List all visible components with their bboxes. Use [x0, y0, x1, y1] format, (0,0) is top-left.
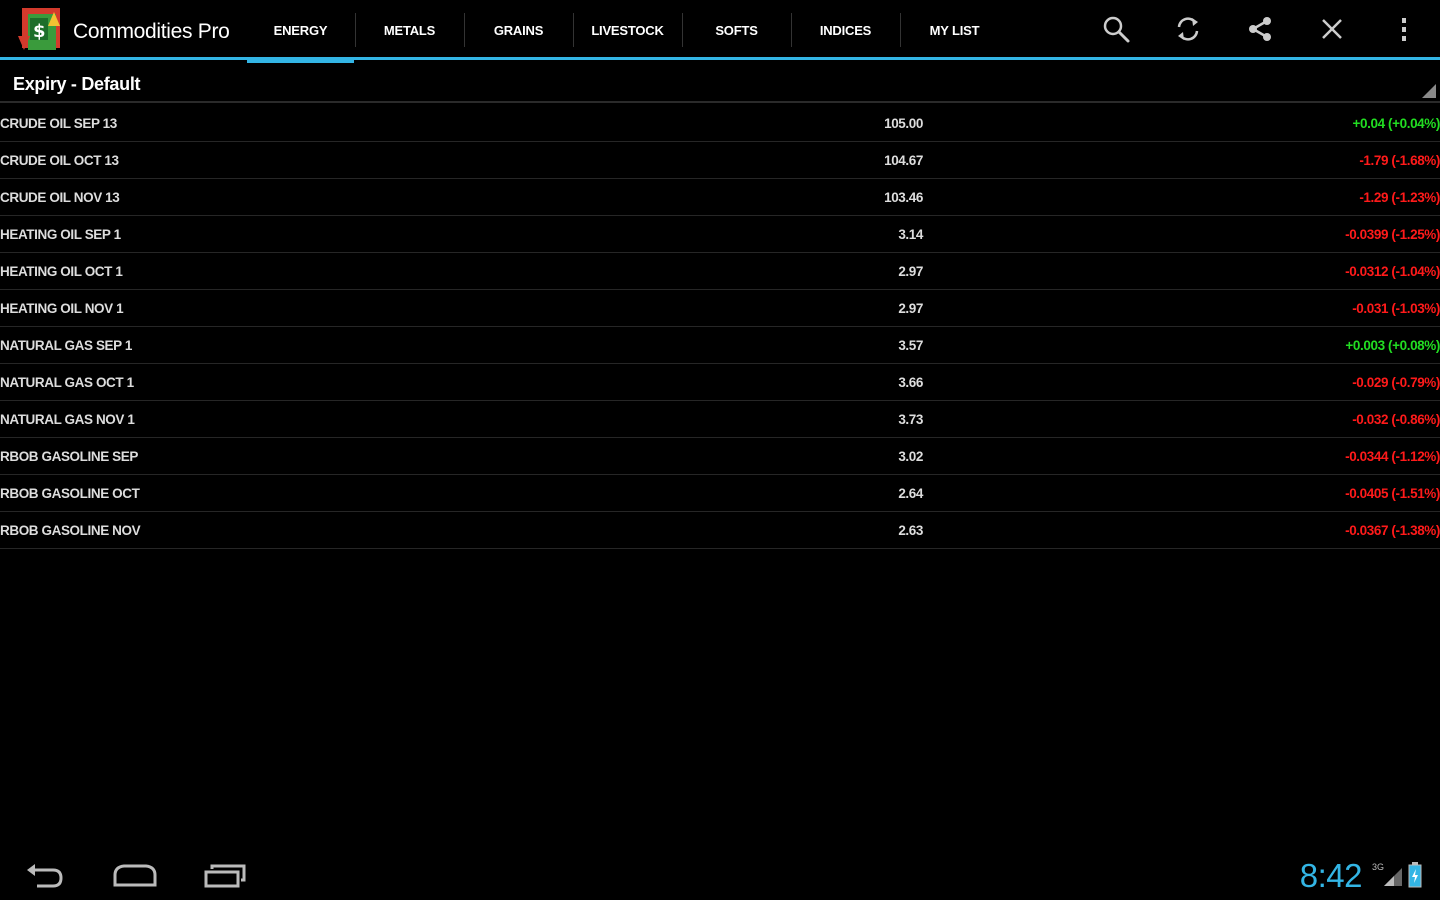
commodity-name: RBOB GASOLINE NOV	[0, 523, 141, 538]
share-button[interactable]	[1224, 0, 1296, 57]
tab-energy[interactable]: ENERGY	[246, 0, 355, 63]
commodity-change: -0.0399 (-1.25%)	[1345, 227, 1440, 242]
close-button[interactable]	[1296, 0, 1368, 57]
home-icon	[113, 864, 157, 887]
recent-apps-icon	[204, 864, 246, 888]
commodity-change: -0.0344 (-1.12%)	[1345, 449, 1440, 464]
tab-metals[interactable]: METALS	[355, 0, 464, 60]
tab-label: GRAINS	[493, 22, 544, 38]
expiry-spinner[interactable]: Expiry - Default	[0, 63, 1440, 103]
tab-bar: ENERGY METALS GRAINS LIVESTOCK SOFTS IND…	[246, 0, 1009, 63]
refresh-icon	[1177, 16, 1199, 41]
quote-list: CRUDE OIL SEP 13 105.00 +0.04 (+0.04%) CRUD…	[0, 105, 1440, 549]
commodity-price: 2.97	[898, 264, 923, 279]
tab-label: METALS	[383, 22, 436, 38]
quote-row[interactable]: CRUDE OIL OCT 13 104.67 -1.79 (-1.68%)	[0, 142, 1440, 179]
commodity-name: CRUDE OIL SEP 13	[0, 116, 117, 131]
back-button[interactable]	[0, 856, 90, 896]
quote-row[interactable]: RBOB GASOLINE SEP 3.02 -0.0344 (-1.12%)	[0, 438, 1440, 475]
commodity-price: 3.02	[898, 449, 923, 464]
app-logo-icon[interactable]: $	[16, 6, 66, 56]
tab-grains[interactable]: GRAINS	[464, 0, 573, 60]
commodity-price: 3.57	[898, 338, 923, 353]
commodity-name: NATURAL GAS OCT 1	[0, 375, 134, 390]
recent-apps-button[interactable]	[180, 856, 270, 896]
quote-row[interactable]: NATURAL GAS OCT 1 3.66 -0.029 (-0.79%)	[0, 364, 1440, 401]
quote-row[interactable]: NATURAL GAS NOV 1 3.73 -0.032 (-0.86%)	[0, 401, 1440, 438]
commodity-name: HEATING OIL OCT 1	[0, 264, 123, 279]
svg-text:$: $	[33, 21, 46, 42]
tab-my-list[interactable]: MY LIST	[900, 0, 1009, 60]
commodity-price: 3.73	[898, 412, 923, 427]
expiry-label: Expiry - Default	[13, 74, 141, 94]
quote-row[interactable]: HEATING OIL OCT 1 2.97 -0.0312 (-1.04%)	[0, 253, 1440, 290]
status-icons	[1382, 862, 1422, 888]
commodity-name: NATURAL GAS SEP 1	[0, 338, 132, 353]
tab-label: SOFTS	[715, 22, 758, 38]
commodity-change: +0.04 (+0.04%)	[1352, 116, 1440, 131]
search-button[interactable]	[1080, 0, 1152, 57]
home-button[interactable]	[90, 856, 180, 896]
quote-row[interactable]: CRUDE OIL NOV 13 103.46 -1.29 (-1.23%)	[0, 179, 1440, 216]
commodity-change: -0.029 (-0.79%)	[1352, 375, 1440, 390]
signal-icon	[1384, 868, 1402, 886]
commodity-change: -1.79 (-1.68%)	[1359, 153, 1440, 168]
commodity-name: RBOB GASOLINE OCT	[0, 486, 140, 501]
commodity-name: CRUDE OIL OCT 13	[0, 153, 119, 168]
tab-label: INDICES	[819, 22, 872, 38]
action-buttons	[1080, 0, 1440, 57]
commodity-price: 2.63	[898, 523, 923, 538]
system-nav-bar: 8:42 3G	[0, 852, 1440, 900]
commodity-change: -0.0405 (-1.51%)	[1345, 486, 1440, 501]
quote-row[interactable]: NATURAL GAS SEP 1 3.57 +0.003 (+0.08%)	[0, 327, 1440, 364]
commodity-name: RBOB GASOLINE SEP	[0, 449, 138, 464]
overflow-menu-icon	[1402, 17, 1406, 41]
quote-row[interactable]: RBOB GASOLINE OCT 2.64 -0.0405 (-1.51%)	[0, 475, 1440, 512]
quote-row[interactable]: RBOB GASOLINE NOV 2.63 -0.0367 (-1.38%)	[0, 512, 1440, 549]
commodity-change: -1.29 (-1.23%)	[1359, 190, 1440, 205]
refresh-button[interactable]	[1152, 0, 1224, 57]
commodity-change: -0.031 (-1.03%)	[1352, 301, 1440, 316]
commodity-name: NATURAL GAS NOV 1	[0, 412, 135, 427]
quote-row[interactable]: CRUDE OIL SEP 13 105.00 +0.04 (+0.04%)	[0, 105, 1440, 142]
search-icon	[1103, 16, 1130, 42]
back-icon	[27, 864, 63, 888]
quote-row[interactable]: HEATING OIL SEP 1 3.14 -0.0399 (-1.25%)	[0, 216, 1440, 253]
tab-softs[interactable]: SOFTS	[682, 0, 791, 60]
action-bar: $ Commodities Pro ENERGY METALS GRAINS L…	[0, 0, 1440, 63]
status-clock: 8:42	[1299, 857, 1363, 894]
commodity-price: 3.66	[898, 375, 923, 390]
commodity-price: 105.00	[884, 116, 923, 131]
commodity-name: CRUDE OIL NOV 13	[0, 190, 120, 205]
close-icon	[1322, 18, 1342, 39]
commodity-price: 2.97	[898, 301, 923, 316]
tab-label: ENERGY	[273, 22, 328, 38]
commodity-price: 2.64	[898, 486, 923, 501]
commodity-price: 103.46	[884, 190, 923, 205]
tab-livestock[interactable]: LIVESTOCK	[573, 0, 682, 60]
commodity-change: -0.0312 (-1.04%)	[1345, 264, 1440, 279]
commodity-change: -0.032 (-0.86%)	[1352, 412, 1440, 427]
share-icon	[1249, 16, 1271, 41]
app-title: Commodities Pro	[73, 20, 230, 43]
tab-label: MY LIST	[929, 22, 980, 38]
commodity-change: -0.0367 (-1.38%)	[1345, 523, 1440, 538]
commodity-change: +0.003 (+0.08%)	[1345, 338, 1440, 353]
commodity-price: 3.14	[898, 227, 923, 242]
commodity-name: HEATING OIL NOV 1	[0, 301, 124, 316]
tab-label: LIVESTOCK	[591, 22, 664, 38]
commodity-name: HEATING OIL SEP 1	[0, 227, 121, 242]
tab-indices[interactable]: INDICES	[791, 0, 900, 60]
spinner-arrow-icon	[1422, 84, 1436, 98]
overflow-menu-button[interactable]	[1368, 0, 1440, 57]
battery-icon	[1408, 862, 1422, 888]
commodity-price: 104.67	[884, 153, 923, 168]
quote-row[interactable]: HEATING OIL NOV 1 2.97 -0.031 (-1.03%)	[0, 290, 1440, 327]
